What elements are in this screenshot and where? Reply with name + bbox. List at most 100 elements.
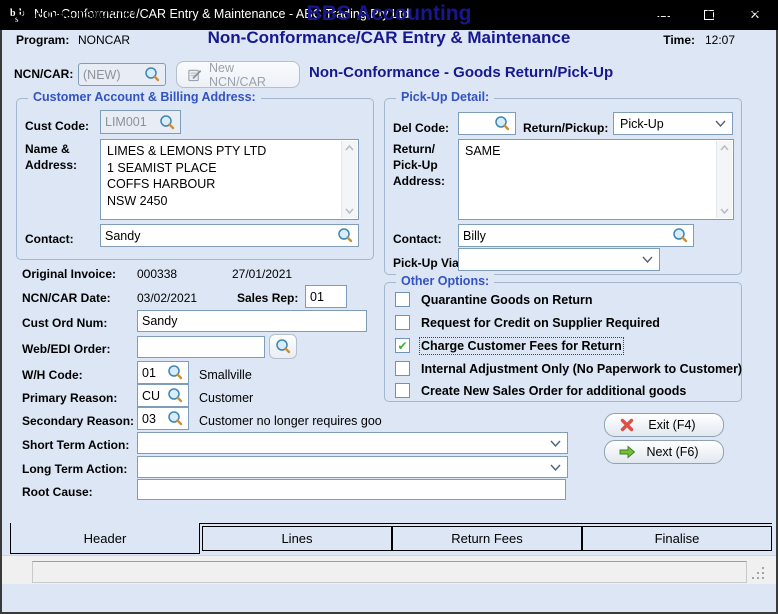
magnifier-icon[interactable] xyxy=(167,410,184,427)
tab-finalise-label: Finalise xyxy=(655,531,700,546)
customer-contact-value: Sandy xyxy=(105,229,140,243)
create-sales-order-checkbox-label[interactable]: Create New Sales Order for additional go… xyxy=(421,384,686,398)
tab-header-label: Header xyxy=(84,531,127,546)
secondary-reason-value: 03 xyxy=(142,412,156,426)
status-bar xyxy=(2,555,776,584)
internal-adjustment-checkbox-label[interactable]: Internal Adjustment Only (No Paperwork t… xyxy=(421,362,742,376)
next-button-label: Next (F6) xyxy=(636,445,709,459)
web-edi-lookup-button[interactable] xyxy=(269,334,297,359)
web-edi-order-input[interactable] xyxy=(137,336,265,358)
scrollbar[interactable] xyxy=(716,141,732,218)
chevron-down-icon xyxy=(550,440,561,447)
chevron-down-icon xyxy=(642,256,653,263)
charge-fees-checkbox[interactable]: ✔ xyxy=(395,338,410,353)
wh-code-value: 01 xyxy=(142,366,156,380)
status-panel xyxy=(32,561,747,583)
internal-adjustment-checkbox[interactable] xyxy=(395,361,410,376)
sales-rep-label: Sales Rep: xyxy=(237,291,298,305)
new-ncn-car-label: New NCN/CAR xyxy=(209,61,289,89)
create-sales-order-checkbox[interactable] xyxy=(395,383,410,398)
magnifier-icon[interactable] xyxy=(159,114,176,131)
tab-finalise[interactable]: Finalise xyxy=(582,526,772,551)
other-options-groupbox: Other Options: Quarantine Goods on Retur… xyxy=(384,282,742,402)
del-code-label: Del Code: xyxy=(393,121,449,135)
pickup-contact-label: Contact: xyxy=(393,232,442,246)
pickup-address-textarea[interactable]: SAME xyxy=(458,139,734,220)
request-credit-checkbox[interactable] xyxy=(395,315,410,330)
ncn-date-value: 03/02/2021 xyxy=(137,291,197,305)
magnifier-icon[interactable] xyxy=(167,364,184,381)
name-address-textarea[interactable]: LIMES & LEMONS PTY LTD 1 SEAMIST PLACE C… xyxy=(100,139,359,220)
application-window: b s b Non-Conformance/CAR Entry & Mainte… xyxy=(0,0,778,614)
ncn-date-label: NCN/CAR Date: xyxy=(22,291,111,305)
original-invoice-number: 000338 xyxy=(137,267,177,281)
exit-button-label: Exit (F4) xyxy=(635,418,709,432)
long-term-action-dropdown[interactable] xyxy=(137,456,568,478)
customer-groupbox-title: Customer Account & Billing Address: xyxy=(28,90,261,104)
cust-code-label: Cust Code: xyxy=(25,119,89,133)
web-edi-order-label: Web/EDI Order: xyxy=(22,342,110,356)
scroll-down-icon[interactable] xyxy=(345,208,354,214)
actual-date-value: 03/02/2021 xyxy=(705,8,765,22)
pickup-via-dropdown[interactable] xyxy=(458,248,660,271)
wh-code-description: Smallville xyxy=(199,368,252,382)
wh-code-field[interactable]: 01 xyxy=(137,361,189,384)
scroll-up-icon[interactable] xyxy=(720,145,729,151)
secondary-reason-field[interactable]: 03 xyxy=(137,407,189,430)
quarantine-checkbox-label[interactable]: Quarantine Goods on Return xyxy=(421,293,593,307)
return-pickup-label: Return/Pickup: xyxy=(523,121,608,135)
pickup-contact-value: Billy xyxy=(463,229,486,243)
original-invoice-date: 27/01/2021 xyxy=(232,267,292,281)
magnifier-icon[interactable] xyxy=(337,227,354,244)
pickup-via-label: Pick-Up Via: xyxy=(393,256,463,270)
charge-fees-checkbox-label[interactable]: Charge Customer Fees for Return xyxy=(421,339,622,353)
del-code-field[interactable] xyxy=(458,112,516,135)
long-term-action-label: Long Term Action: xyxy=(22,462,127,476)
next-button[interactable]: Next (F6) xyxy=(604,440,724,464)
magnifier-icon[interactable] xyxy=(494,115,511,132)
magnifier-icon xyxy=(275,338,292,355)
ncn-car-label: NCN/CAR: xyxy=(14,67,73,81)
cust-ord-num-input[interactable] xyxy=(137,310,367,332)
short-term-action-dropdown[interactable] xyxy=(137,432,568,454)
root-cause-label: Root Cause: xyxy=(22,485,93,499)
sales-rep-input[interactable] xyxy=(305,285,347,308)
scroll-down-icon[interactable] xyxy=(720,208,729,214)
tab-return-fees[interactable]: Return Fees xyxy=(392,526,582,551)
new-ncn-car-button[interactable]: New NCN/CAR xyxy=(176,61,300,88)
request-credit-checkbox-label[interactable]: Request for Credit on Supplier Required xyxy=(421,316,660,330)
cust-code-field[interactable]: LIM001 xyxy=(100,110,181,134)
magnifier-icon[interactable] xyxy=(167,387,184,404)
tab-header[interactable]: Header xyxy=(10,523,200,554)
primary-reason-label: Primary Reason: xyxy=(22,391,117,405)
resize-grip-icon[interactable] xyxy=(762,577,764,579)
return-pickup-dropdown[interactable]: Pick-Up xyxy=(613,112,733,135)
exit-x-icon xyxy=(619,417,635,433)
customer-groupbox: Customer Account & Billing Address: Cust… xyxy=(16,98,374,260)
root-cause-input[interactable] xyxy=(137,479,566,500)
primary-reason-value: CU xyxy=(142,389,160,403)
time-value: 12:07 xyxy=(705,33,735,47)
pickup-groupbox-title: Pick-Up Detail: xyxy=(396,90,494,104)
name-address-label: Name & Address: xyxy=(25,141,77,173)
magnifier-icon[interactable] xyxy=(144,66,161,83)
ncn-car-lookup-field[interactable]: (NEW) xyxy=(78,63,166,86)
return-pickup-value: Pick-Up xyxy=(620,117,664,131)
primary-reason-field[interactable]: CU xyxy=(137,384,189,407)
secondary-reason-description: Customer no longer requires goo xyxy=(199,414,382,428)
scroll-up-icon[interactable] xyxy=(345,145,354,151)
exit-button[interactable]: Exit (F4) xyxy=(604,413,724,437)
ncn-car-value: (NEW) xyxy=(83,68,121,82)
section-title: Non-Conformance - Goods Return/Pick-Up xyxy=(309,64,613,81)
original-invoice-label: Original Invoice: xyxy=(22,267,116,281)
chevron-down-icon xyxy=(715,120,726,127)
wh-code-label: W/H Code: xyxy=(22,368,83,382)
tab-lines[interactable]: Lines xyxy=(202,526,392,551)
quarantine-checkbox[interactable] xyxy=(395,292,410,307)
new-document-icon xyxy=(187,67,202,83)
magnifier-icon[interactable] xyxy=(672,227,689,244)
scrollbar[interactable] xyxy=(341,141,357,218)
time-label: Time: xyxy=(555,33,695,47)
pickup-contact-field[interactable]: Billy xyxy=(458,224,694,247)
customer-contact-field[interactable]: Sandy xyxy=(100,224,359,247)
